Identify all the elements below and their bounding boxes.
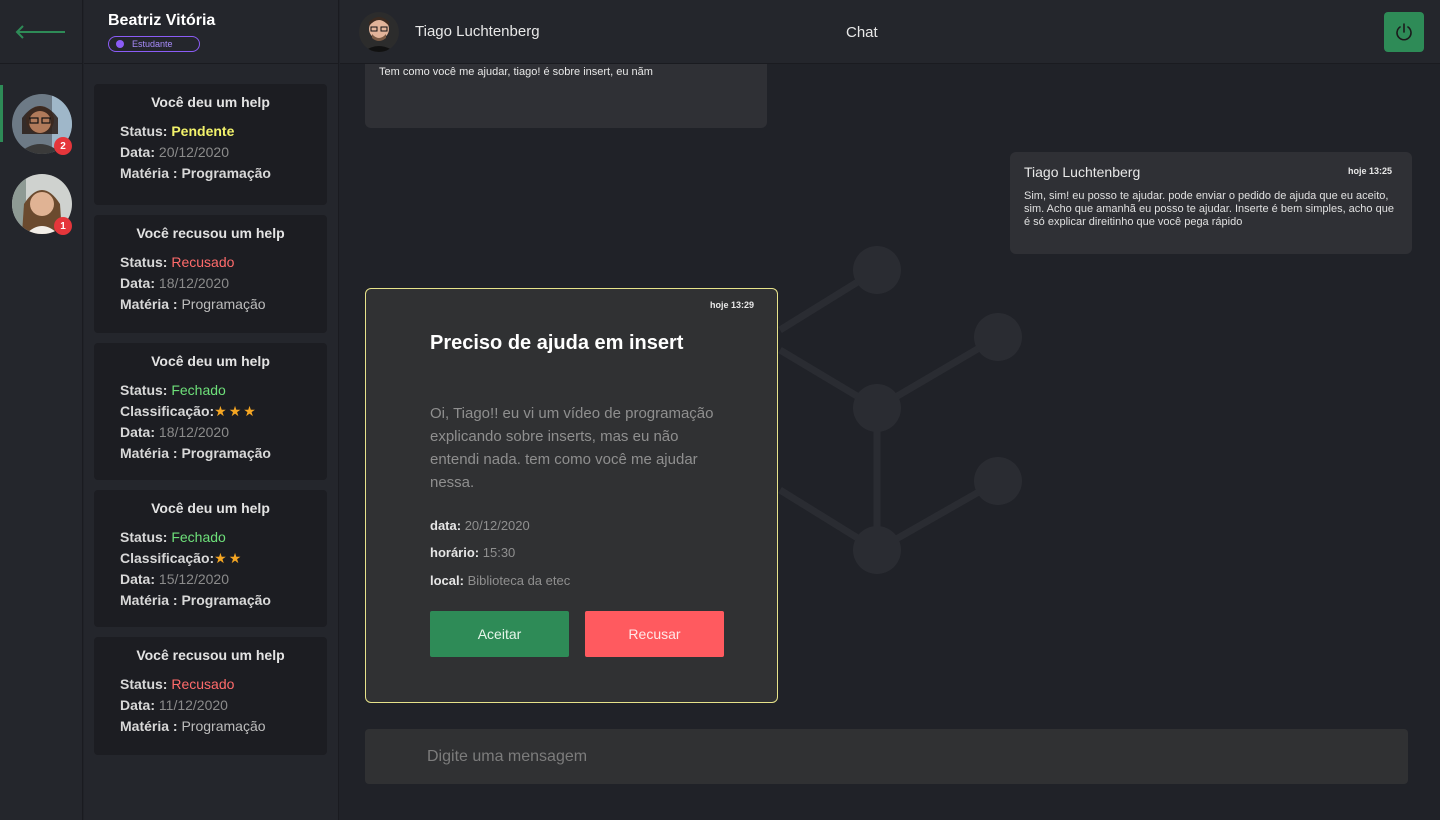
subject-value: Programação (181, 296, 266, 312)
subject-value: Programação (181, 165, 271, 181)
page-title: Chat (846, 24, 878, 41)
history-card-title: Você recusou um help (136, 647, 285, 663)
contact-item[interactable]: 1 (0, 164, 83, 244)
history-card[interactable]: Você deu um help Status: Fechado Classif… (94, 490, 327, 627)
history-card[interactable]: Você recusou um help Status: Recusado Da… (94, 637, 327, 755)
status-label: Status: (120, 254, 168, 270)
background-graph-icon (778, 246, 1022, 574)
request-title: Preciso de ajuda em insert (430, 332, 684, 354)
history-card-title: Você deu um help (151, 353, 270, 369)
message-author: Tiago Luchtenberg (1024, 164, 1141, 180)
user-header: Beatriz Vitória Estudante (84, 0, 338, 64)
date-value: 15/12/2020 (158, 571, 229, 587)
subject-value: Programação (181, 445, 271, 461)
message-text: Sim, sim! eu posso te ajudar. pode envia… (1024, 190, 1394, 228)
status-label: Status: (120, 382, 168, 398)
request-hour: horário: 15:30 (430, 545, 515, 560)
help-history-panel: Beatriz Vitória Estudante Você deu um he… (84, 0, 339, 820)
power-icon (1396, 23, 1412, 41)
rail-header (0, 0, 82, 64)
subject-label: Matéria : (120, 718, 178, 734)
status-value: Recusado (171, 254, 235, 270)
subject-value: Programação (181, 592, 271, 608)
subject-label: Matéria : (120, 165, 178, 181)
history-card[interactable]: Você recusou um help Status: Recusado Da… (94, 215, 327, 333)
contact-item[interactable]: 2 (0, 84, 83, 164)
subject-value: Programação (181, 718, 266, 734)
rating-stars-icon: ★★★ (214, 403, 258, 419)
history-card[interactable]: Você deu um help Status: Pendente Data: … (94, 84, 327, 205)
rating-label: Classificação: (120, 403, 215, 419)
message-bubble-peer: Tiago Luchtenberg hoje 13:25 Sim, sim! e… (1010, 152, 1412, 254)
date-value: 11/12/2020 (158, 697, 228, 713)
date-label: data: (430, 518, 462, 533)
date-label: Data: (120, 275, 156, 291)
date-label: Data: (120, 424, 156, 440)
user-name: Beatriz Vitória (108, 12, 216, 29)
status-label: Status: (120, 529, 168, 545)
contacts-rail: 2 1 (0, 0, 83, 820)
status-label: Status: (120, 123, 168, 139)
peer-name: Tiago Luchtenberg (415, 23, 540, 40)
history-card-title: Você deu um help (151, 94, 270, 110)
date-value: 18/12/2020 (158, 424, 229, 440)
status-value: Fechado (171, 529, 226, 545)
status-value: Recusado (171, 676, 235, 692)
hour-value: 15:30 (482, 545, 516, 560)
hour-label: horário: (430, 545, 480, 560)
chat-header: Tiago Luchtenberg Chat (340, 0, 1440, 64)
status-value: Pendente (171, 123, 235, 139)
message-text: Tem como você me ajudar, tiago! é sobre … (379, 66, 653, 78)
rating-stars-icon: ★★ (214, 550, 244, 566)
request-body: Oi, Tiago!! eu vi um vídeo de programaçã… (430, 405, 714, 491)
status-label: Status: (120, 676, 168, 692)
message-bubble-own: Tem como você me ajudar, tiago! é sobre … (365, 64, 767, 128)
help-request-card: hoje 13:29 Preciso de ajuda em insert Oi… (365, 288, 778, 703)
request-time: hoje 13:29 (709, 300, 754, 310)
date-value: 20/12/2020 (158, 144, 229, 160)
rating-label: Classificação: (120, 550, 215, 566)
unread-badge: 2 (54, 137, 72, 155)
logout-button[interactable] (1384, 12, 1424, 52)
date-label: Data: (120, 571, 156, 587)
status-value: Fechado (171, 382, 226, 398)
message-composer (365, 729, 1408, 784)
peer-avatar[interactable] (359, 11, 399, 52)
subject-label: Matéria : (120, 592, 178, 608)
history-card-title: Você deu um help (151, 500, 270, 516)
date-label: Data: (120, 697, 156, 713)
role-label: Estudante (132, 39, 173, 49)
date-value: 18/12/2020 (158, 275, 229, 291)
accept-button[interactable]: Aceitar (430, 611, 569, 657)
refuse-button[interactable]: Recusar (585, 611, 724, 657)
chat-main: Tiago Luchtenberg Chat Tem como você me … (340, 0, 1440, 820)
place-value: Biblioteca da etec (467, 573, 571, 588)
role-badge: Estudante (108, 36, 200, 52)
message-input[interactable] (365, 729, 1408, 784)
date-label: Data: (120, 144, 156, 160)
history-card-title: Você recusou um help (136, 225, 285, 241)
history-card[interactable]: Você deu um help Status: Fechado Classif… (94, 343, 327, 480)
subject-label: Matéria : (120, 445, 178, 461)
message-time: hoje 13:25 (1347, 166, 1392, 176)
unread-badge: 1 (54, 217, 72, 235)
request-place: local: Biblioteca da etec (430, 573, 570, 588)
role-dot-icon (116, 40, 124, 48)
subject-label: Matéria : (120, 296, 178, 312)
date-value: 20/12/2020 (464, 518, 530, 533)
place-label: local: (430, 573, 464, 588)
back-arrow-icon[interactable] (15, 24, 67, 39)
request-date: data: 20/12/2020 (430, 518, 530, 533)
